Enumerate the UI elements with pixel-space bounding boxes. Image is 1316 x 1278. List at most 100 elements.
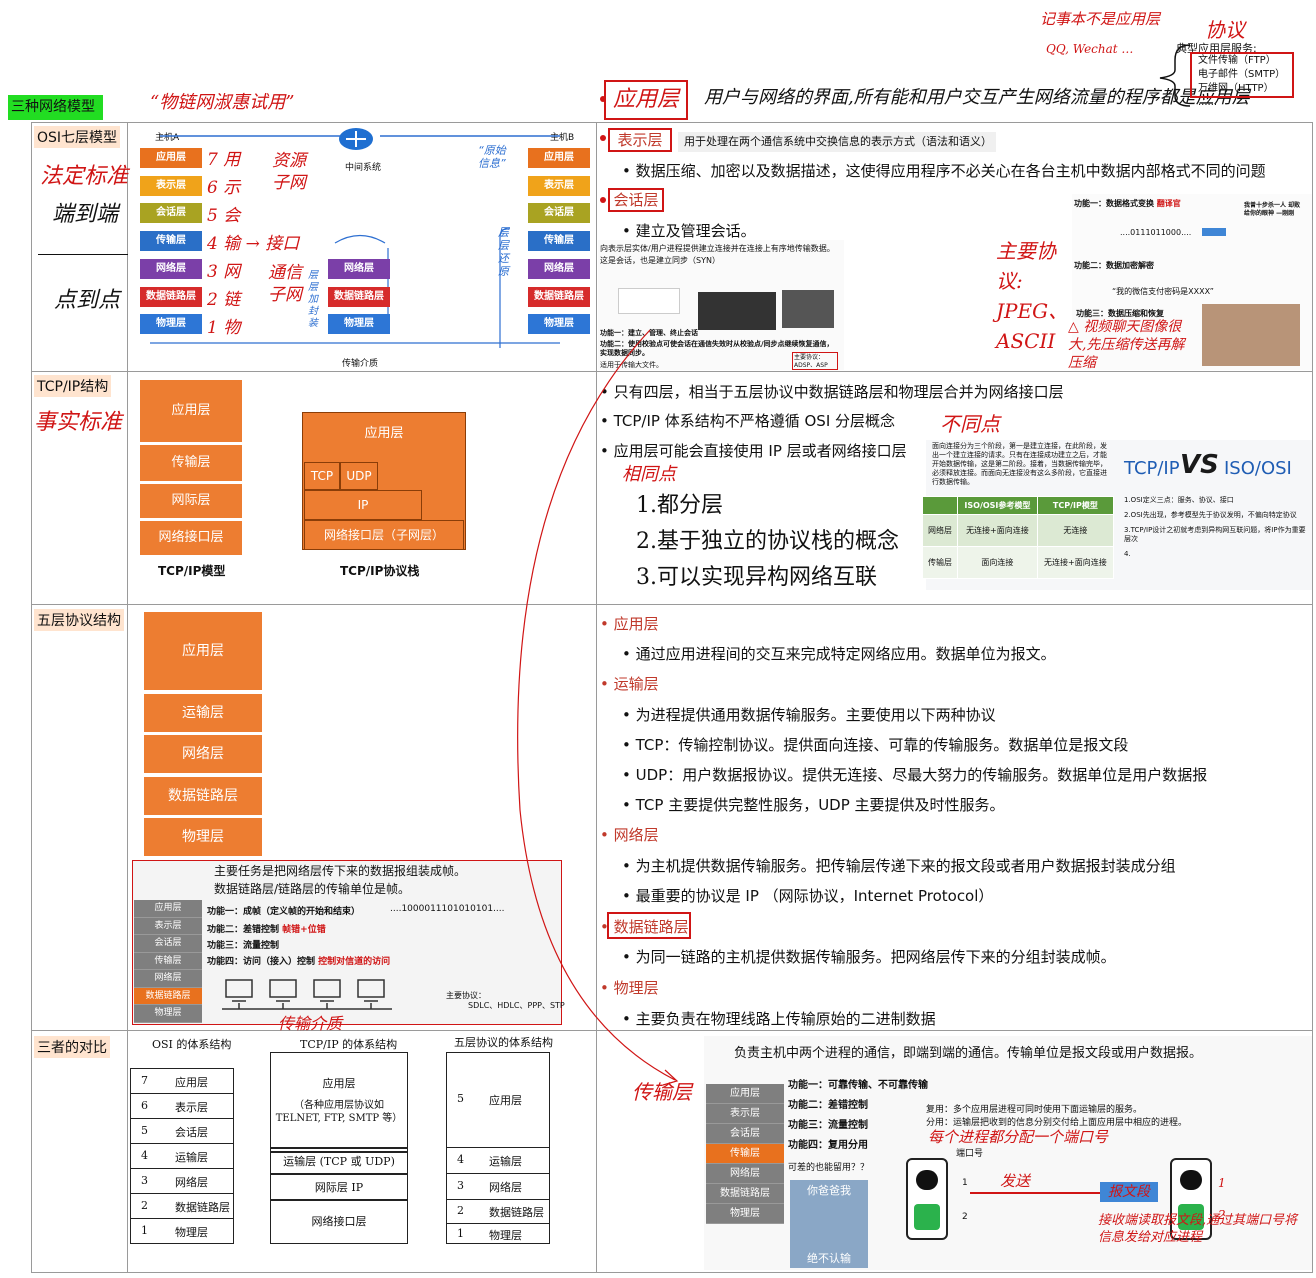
cmp-row: 3 网络层 bbox=[447, 1173, 549, 1199]
gray-layer: 应用层 bbox=[706, 1084, 784, 1104]
tcp-model-internet: 网际层 bbox=[140, 484, 242, 518]
typical-services-list: 文件传输（FTP） 电子邮件（SMTP） 万维网（HTTP） ...... bbox=[1198, 54, 1285, 110]
grid-bottom bbox=[31, 1272, 1313, 1273]
five-layer: 物理层 bbox=[144, 818, 262, 856]
table-cell: 面向连接 bbox=[957, 546, 1038, 579]
cmp-row-label: 物理层 bbox=[175, 1225, 208, 1239]
cmp-row-label: 物理层 bbox=[489, 1229, 522, 1242]
five-layer: 网络层 bbox=[144, 735, 262, 773]
session-img-l2: 这是会话，也是建立同步（SYN） bbox=[600, 256, 720, 265]
session-img-proto: 主要协议：ADSP、ASP bbox=[792, 352, 838, 370]
osi-layer: 表示层 bbox=[140, 175, 202, 196]
cmp-tcp-if: 网络接口层 bbox=[311, 1215, 367, 1228]
meme-top: 你爸爸我 bbox=[807, 1184, 851, 1197]
cmp-row-num: 1 bbox=[141, 1223, 148, 1237]
vs-points: 1.OSI定义三点：服务、协议、接口 2.OSI先出现，参考模型先于协议发明，不… bbox=[1124, 496, 1310, 559]
table-header-cell: ISO/OSI参考模型 bbox=[957, 496, 1038, 515]
cmp-row-label: 网络层 bbox=[489, 1181, 522, 1194]
compare-image: 面向连接分为三个阶段，第一是建立连接，在此阶段，发出一个建立连接的请求。只有在连… bbox=[921, 440, 1312, 590]
dl-line1: 主要任务是把网络层传下来的数据报组装成帧。 bbox=[214, 864, 467, 878]
gray-layer: 传输层 bbox=[134, 952, 202, 970]
tr-port: 端口号 bbox=[956, 1149, 984, 1159]
osi-layer: 物理层 bbox=[328, 314, 390, 335]
dl-func3: 功能三：流量控制 bbox=[207, 941, 280, 951]
section-tcpip: TCP/IP结构 bbox=[34, 375, 112, 397]
osi-layer: 网络层 bbox=[328, 259, 390, 279]
cmp-tcp-transport: 运输层 (TCP 或 UDP) bbox=[283, 1155, 395, 1168]
tcp-model-interface: 网络接口层 bbox=[140, 521, 242, 555]
table-row: 传输层 面向连接 无连接+面向连接 bbox=[921, 546, 1115, 579]
cmp-row-num: 4 bbox=[141, 1148, 148, 1162]
tcp-model-label: TCP/IP模型 bbox=[158, 564, 226, 578]
hand-send: 发送 bbox=[1000, 1172, 1031, 1190]
hand-yuanshi: “原始信息” bbox=[478, 144, 506, 170]
hand-xieyi: 协议 bbox=[1205, 18, 1245, 42]
transport-b3: UDP：用户数据报协议。提供无连接、尽最大努力的传输服务。数据单位是用户数据报 bbox=[622, 764, 1208, 785]
cmp-tcp-title: TCP/IP 的体系结构 bbox=[300, 1038, 398, 1051]
transport-header: 负责主机中两个进程的通信，即端到端的通信。传输单位是报文段或用户数据报。 bbox=[734, 1046, 1203, 1061]
cmp-row-num: 2 bbox=[457, 1204, 464, 1217]
hand-diff: 不同点 bbox=[940, 412, 1000, 436]
green-title: 三种网络模型 bbox=[8, 95, 103, 120]
osi-layer: 网络层 bbox=[528, 258, 590, 279]
cmp-row-num: 7 bbox=[141, 1073, 148, 1087]
cmp-row: 1 物理层 bbox=[447, 1223, 549, 1245]
five-layer: 应用层 bbox=[144, 612, 262, 690]
section-osi: OSI七层模型 bbox=[34, 126, 121, 148]
qq-icon bbox=[916, 1170, 938, 1190]
vs-left: TCP/IP bbox=[1124, 458, 1180, 479]
osi-layer: 表示层 bbox=[528, 175, 590, 196]
cmp-row-label: 数据链路层 bbox=[489, 1206, 544, 1219]
cmp-row-label: 运输层 bbox=[489, 1155, 522, 1168]
typical-item: 文件传输（FTP） bbox=[1198, 55, 1276, 66]
gray-layer: 会话层 bbox=[134, 935, 202, 953]
hand-video: △ 视频聊天图像很大,先压缩传送再解压缩 bbox=[1068, 319, 1185, 371]
cmp-tcp-sep3 bbox=[271, 1199, 407, 1201]
pres-f1-label: 功能一：数据格式变换 bbox=[1074, 199, 1154, 208]
pres-f1: 功能一：数据格式变换 翻译官 bbox=[1074, 198, 1181, 209]
cmp-row: 2 数据链路层 bbox=[131, 1193, 233, 1218]
dl-func4-label: 功能四：访问（接入）控制 bbox=[207, 957, 316, 967]
session-bullet: 建立及管理会话。 bbox=[622, 220, 756, 241]
phone-left-icon bbox=[906, 1158, 948, 1240]
session-img-video bbox=[698, 292, 776, 330]
cmp-tcp-box: 应用层 （各种应用层协议如 TELNET, FTP, SMTP 等） 运输层 (… bbox=[270, 1052, 408, 1244]
cmp-row-num: 4 bbox=[457, 1153, 464, 1166]
pres-meme: 我曾十步杀一人 却败给你的眼神 —刚刚 bbox=[1244, 202, 1301, 217]
cmp-row-num: 3 bbox=[141, 1173, 148, 1187]
tr-n1: 1 bbox=[962, 1178, 968, 1188]
cmp-row-num: 1 bbox=[457, 1227, 464, 1240]
hand-qq-note: 记事本不是应用层 bbox=[1040, 10, 1161, 28]
hand-shishi: 事实标准 bbox=[34, 410, 123, 435]
vs-point: 2.OSI先出现，参考模型先于协议发明，不偏向特定协议 bbox=[1124, 511, 1297, 519]
cmp-row: 7 应用层 bbox=[131, 1068, 233, 1093]
tr-functions: 功能一：可靠传输、不可靠传输 功能二：差错控制 功能三：流量控制 功能四：复用分… bbox=[788, 1076, 928, 1156]
cmp-row-num: 6 bbox=[141, 1098, 148, 1112]
brace-decoration bbox=[1159, 44, 1191, 107]
hand-proto: 主要协议: JPEG、ASCII bbox=[996, 239, 1069, 353]
gray-layer: 会话层 bbox=[706, 1124, 784, 1144]
meme-bottom: 绝不认输 bbox=[807, 1252, 851, 1265]
osi-layer: 应用层 bbox=[140, 148, 202, 168]
pres-f1-red: 翻译官 bbox=[1156, 199, 1181, 208]
pres-video-image bbox=[1202, 304, 1300, 366]
osi-layer: 传输层 bbox=[140, 231, 202, 252]
osi-layer: 物理层 bbox=[140, 314, 202, 335]
osi-layer: 会话层 bbox=[528, 203, 590, 224]
tr-n1b: 1 bbox=[1218, 1176, 1226, 1190]
tcp-stack-tcp: TCP bbox=[304, 462, 340, 490]
tcp-stack-udp: UDP bbox=[340, 462, 378, 490]
cmp-row-label: 表示层 bbox=[175, 1100, 208, 1114]
dl-func2-red: 帧错+位错 bbox=[282, 925, 326, 935]
dl-func2: 功能二：差错控制 帧错+位错 bbox=[207, 922, 326, 935]
present-dot bbox=[600, 135, 606, 141]
diff-text: 面向连接分为三个阶段，第一是建立连接，在此阶段，发出一个建立连接的请求。只有在连… bbox=[932, 442, 1107, 486]
dl-func2-label: 功能二：差错控制 bbox=[207, 925, 280, 935]
osi-layer: 会话层 bbox=[140, 203, 202, 224]
session-box: 会话层 bbox=[608, 188, 664, 212]
cmp-row-label: 运输层 bbox=[175, 1150, 208, 1164]
send-arrow bbox=[970, 1192, 1100, 1194]
tcp-stack-label: TCP/IP协议栈 bbox=[340, 564, 420, 578]
gray-layer: 网络层 bbox=[134, 970, 202, 988]
tcp-stack-ip: IP bbox=[304, 490, 422, 520]
